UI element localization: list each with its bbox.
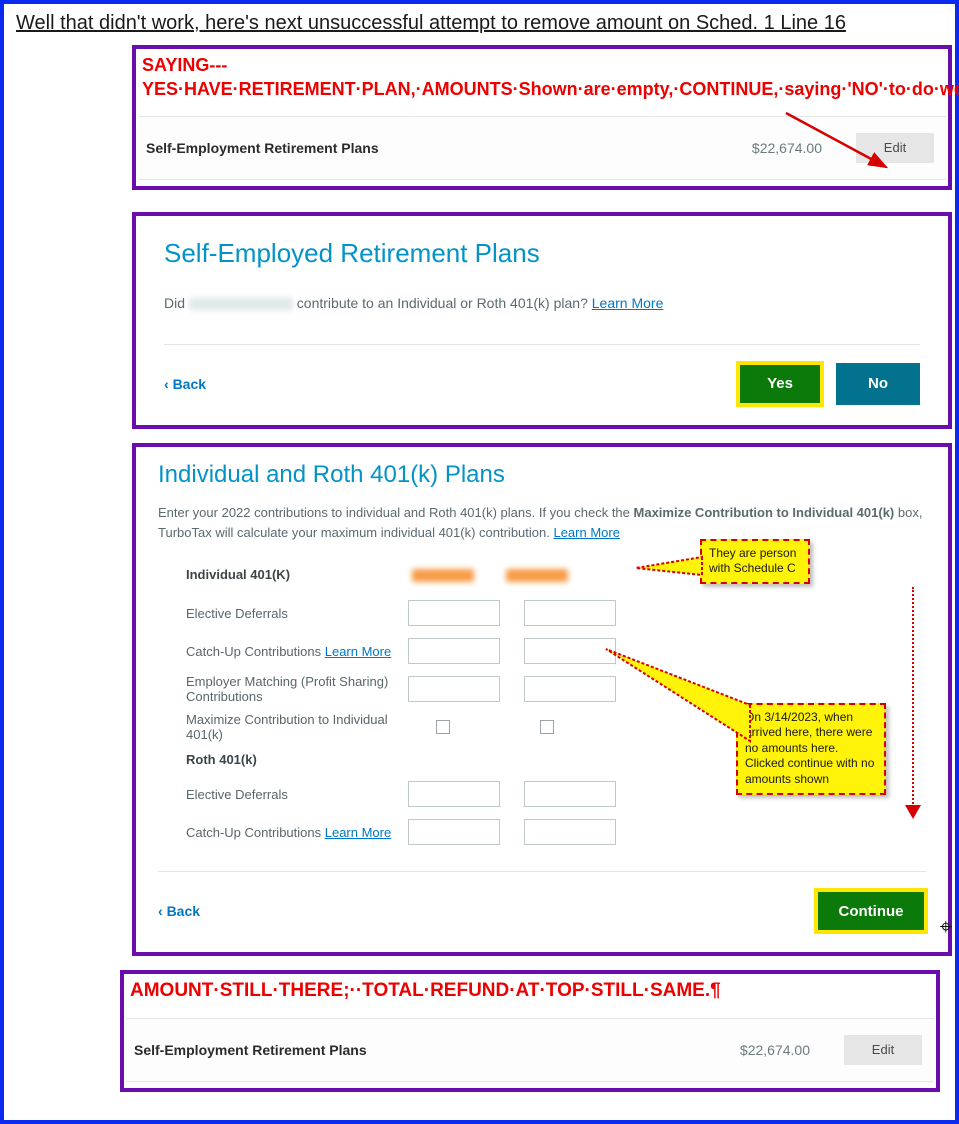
no-button[interactable]: No [836, 363, 920, 405]
input-field[interactable] [408, 676, 500, 702]
summary-label: Self-Employment Retirement Plans [134, 1042, 740, 1058]
row-catchup-roth-text: Catch-Up Contributions [186, 825, 325, 840]
document-frame: Well that didn't work, here's next unsuc… [0, 0, 959, 1124]
input-field[interactable] [408, 600, 500, 626]
continue-button[interactable]: Continue [816, 890, 926, 932]
annotation-box-4: AMOUNT·STILL·THERE;··TOTAL·REFUND·AT·TOP… [120, 970, 940, 1092]
summary-row-2: Self-Employment Retirement Plans $22,674… [126, 1018, 934, 1082]
question-text: Did contribute to an Individual or Roth … [164, 293, 920, 314]
learn-more-link[interactable]: Learn More [325, 825, 391, 840]
intro-a: Enter your 2022 contributions to individ… [158, 505, 634, 520]
summary-row-1: Self-Employment Retirement Plans $22,674… [138, 116, 946, 180]
callout-schedule-c: They are person with Schedule C [700, 539, 810, 584]
redacted-col-header [412, 569, 474, 582]
question-prefix: Did [164, 295, 189, 311]
question-suffix: contribute to an Individual or Roth 401(… [297, 295, 592, 311]
panel-title: Individual and Roth 401(k) Plans [158, 461, 926, 489]
checkbox[interactable] [540, 720, 554, 734]
intro-bold: Maximize Contribution to Individual 401(… [634, 505, 895, 520]
row-catchup-text: Catch-Up Contributions [186, 644, 325, 659]
learn-more-link[interactable]: Learn More [592, 295, 664, 311]
row-maximize: Maximize Contribution to Individual 401(… [186, 712, 396, 742]
dashed-arrow-line [912, 587, 914, 807]
row-elective-deferrals: Elective Deferrals [186, 606, 396, 621]
section-individual-401k: Individual 401(K) [186, 567, 396, 582]
back-link[interactable]: Back [164, 376, 206, 392]
callout-pointer-icon [634, 553, 704, 583]
row-catchup-roth: Catch-Up Contributions Learn More [186, 825, 396, 840]
input-field[interactable] [524, 600, 616, 626]
redacted-col-header [506, 569, 568, 582]
red-comment-2: AMOUNT·STILL·THERE;··TOTAL·REFUND·AT·TOP… [124, 974, 936, 1010]
intro-text: Enter your 2022 contributions to individ… [158, 503, 926, 545]
checkbox[interactable] [436, 720, 450, 734]
learn-more-link[interactable]: Learn More [325, 644, 391, 659]
divider [164, 344, 920, 345]
heading-text: Well that didn't work, here's next unsuc… [16, 12, 945, 35]
summary-amount: $22,674.00 [740, 1042, 810, 1058]
input-field[interactable] [524, 819, 616, 845]
input-field[interactable] [408, 819, 500, 845]
row-elective-deferrals-roth: Elective Deferrals [186, 787, 396, 802]
callout-no-amounts: On 3/14/2023, when arrived here, there w… [736, 703, 886, 795]
summary-amount: $22,674.00 [752, 140, 822, 156]
edit-button[interactable]: Edit [856, 133, 934, 163]
row-employer-match: Employer Matching (Profit Sharing) Contr… [186, 674, 396, 704]
learn-more-link[interactable]: Learn More [553, 525, 619, 540]
summary-label: Self-Employment Retirement Plans [146, 140, 752, 156]
edit-button[interactable]: Edit [844, 1035, 922, 1065]
annotation-box-1: SAYING---YES·HAVE·RETIREMENT·PLAN,·AMOUN… [132, 45, 952, 190]
row-catchup: Catch-Up Contributions Learn More [186, 644, 396, 659]
input-field[interactable] [408, 781, 500, 807]
dashed-arrow-head-icon [905, 805, 921, 819]
annotation-box-2: Self-Employed Retirement Plans Did contr… [132, 212, 952, 429]
panel-title: Self-Employed Retirement Plans [164, 238, 920, 269]
cursor-icon: ⌖ [940, 914, 952, 940]
annotation-box-3: Individual and Roth 401(k) Plans Enter y… [132, 443, 952, 957]
redacted-name [189, 298, 293, 310]
yes-button[interactable]: Yes [738, 363, 822, 405]
divider [158, 871, 926, 872]
input-field[interactable] [524, 781, 616, 807]
red-comment-1: SAYING---YES·HAVE·RETIREMENT·PLAN,·AMOUN… [136, 49, 948, 108]
back-link[interactable]: Back [158, 903, 200, 919]
callout-pointer-icon [602, 645, 752, 745]
input-field[interactable] [408, 638, 500, 664]
